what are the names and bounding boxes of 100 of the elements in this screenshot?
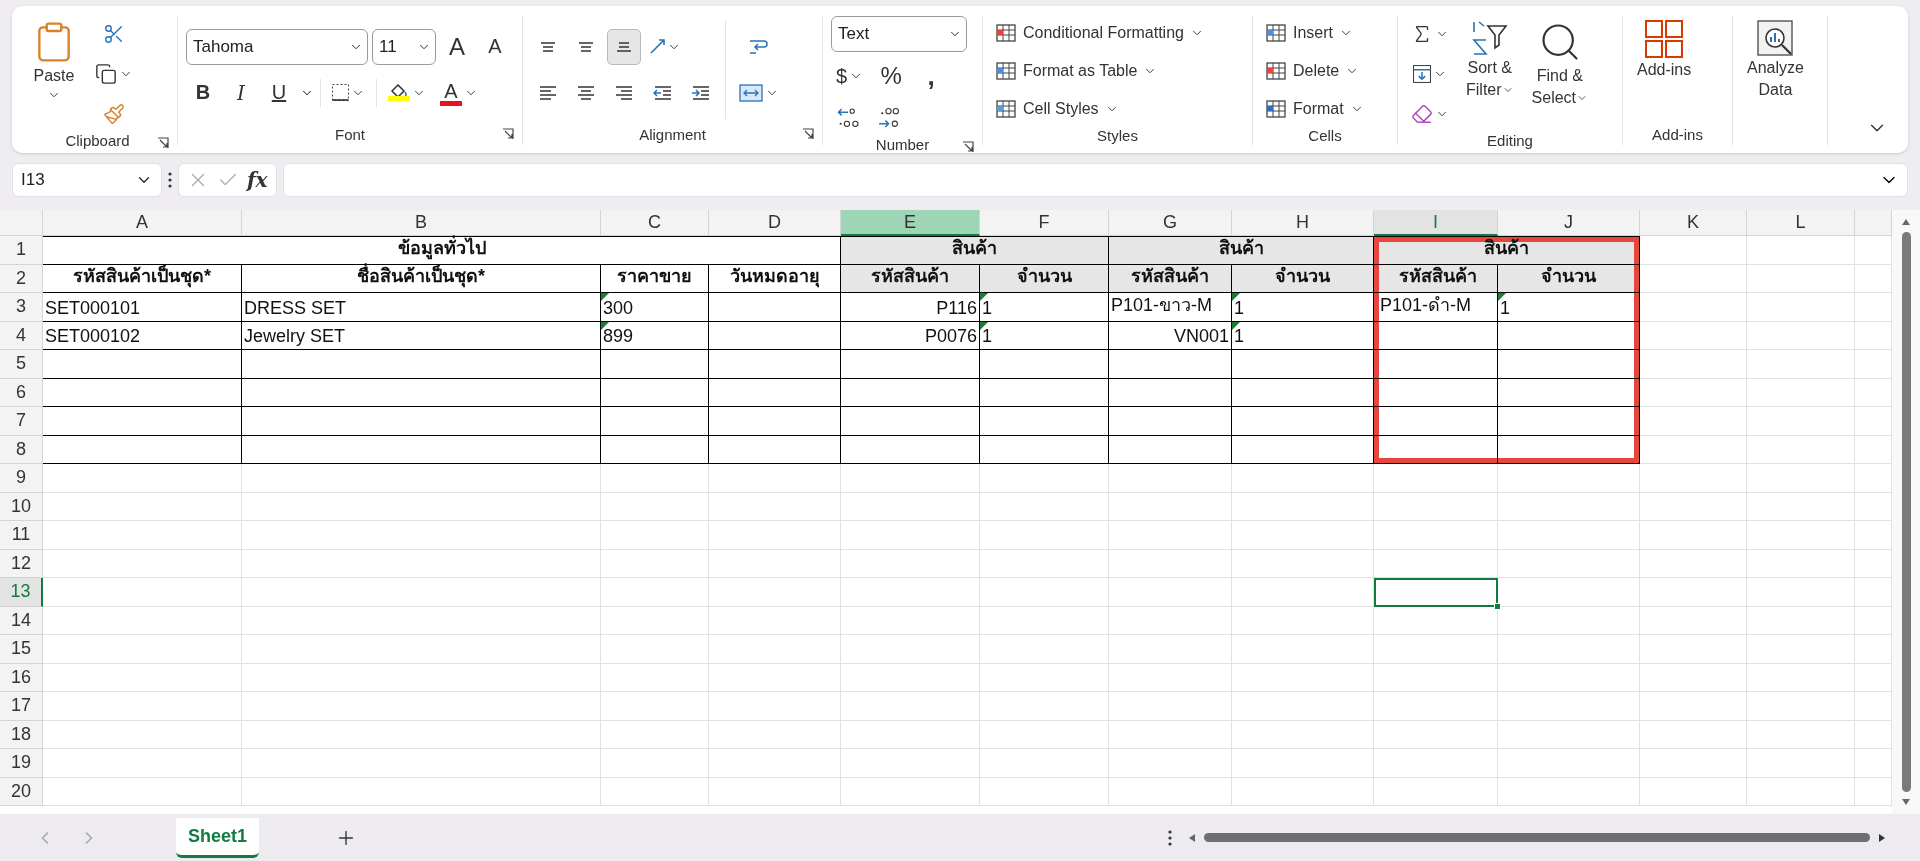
scroll-thumb[interactable]	[1204, 833, 1870, 842]
column-header[interactable]: I	[1374, 210, 1498, 236]
row-header[interactable]: 15	[0, 635, 43, 664]
column-header[interactable]: A	[43, 210, 242, 236]
column-header[interactable]: E	[841, 210, 980, 236]
style-menu-button[interactable]: Conditional Formatting	[991, 16, 1208, 50]
column-title-cell: จำนวน	[980, 264, 1109, 293]
column-header[interactable]: F	[980, 210, 1109, 236]
table-icon	[995, 60, 1017, 82]
find-select-button[interactable]: Find & Select	[1525, 16, 1595, 132]
scroll-thumb[interactable]	[1901, 232, 1911, 792]
table-cell: DRESS SET	[242, 293, 601, 322]
row-header[interactable]: 1	[0, 236, 43, 265]
align-left-icon	[539, 85, 557, 100]
decimal-arrow-icon	[837, 108, 859, 128]
table-cell: P101-ขาว-M	[1109, 293, 1232, 322]
row-header[interactable]: 11	[0, 521, 43, 550]
row-header[interactable]: 12	[0, 549, 43, 578]
group-label: Editing	[1487, 132, 1533, 149]
column-header[interactable]: H	[1232, 210, 1374, 236]
chart-magnifier-icon	[1757, 20, 1794, 56]
row-header[interactable]: 2	[0, 264, 43, 293]
shrink-font-button[interactable]: A	[478, 28, 512, 65]
add-ins-button[interactable]: Add-ins	[1631, 16, 1698, 84]
analyze-data-button[interactable]: Analyze Data	[1741, 16, 1810, 104]
row-header[interactable]: 4	[0, 321, 43, 350]
column-header[interactable]: L	[1747, 210, 1855, 236]
table-cell: P101-ดำ-M	[1374, 293, 1498, 322]
row-header[interactable]: 3	[0, 293, 43, 322]
grow-font-button[interactable]: A	[440, 28, 474, 65]
style-menu-button[interactable]: Cell Styles	[991, 92, 1208, 126]
paintbrush-icon	[103, 103, 125, 125]
lines-icon	[540, 41, 556, 52]
currency-button[interactable]: $	[831, 58, 869, 94]
cells-menu-button[interactable]: Insert	[1261, 16, 1368, 50]
scissors-icon	[103, 23, 125, 45]
font-name-field[interactable]: Tahoma	[186, 28, 368, 65]
style-menu-button[interactable]: Format as Table	[991, 54, 1208, 88]
group-label: Cells	[1308, 127, 1342, 144]
row-header[interactable]: 7	[0, 407, 43, 436]
row-header[interactable]: 16	[0, 663, 43, 692]
comma-style-button[interactable]: ,	[914, 58, 949, 94]
underline-button[interactable]: U	[262, 74, 296, 111]
column-title-cell: รหัสสินค้า	[1374, 264, 1498, 293]
column-header[interactable]: J	[1498, 210, 1640, 236]
select-all-corner[interactable]	[0, 210, 43, 236]
lines-icon	[616, 41, 632, 52]
cells-menu-button[interactable]: Delete	[1261, 54, 1368, 88]
sheet-tab[interactable]: Sheet1	[176, 817, 260, 858]
add-ins-icon	[1645, 20, 1684, 58]
table-cell: 899	[601, 321, 709, 350]
table-cell: 1	[980, 321, 1109, 350]
table-cell: SET000101	[43, 293, 242, 322]
column-title-cell: ราคาขาย	[601, 264, 709, 293]
vertical-scrollbar[interactable]	[1892, 210, 1920, 814]
row-header[interactable]: 17	[0, 692, 43, 721]
font-color-button[interactable]: A	[435, 74, 483, 111]
row-header[interactable]: 18	[0, 720, 43, 749]
table-cell: 300	[601, 293, 709, 322]
row-header[interactable]: 10	[0, 492, 43, 521]
font-size-field[interactable]: 11	[372, 28, 436, 65]
column-title-cell: จำนวน	[1498, 264, 1640, 293]
row-header[interactable]: 19	[0, 749, 43, 778]
row-header[interactable]: 5	[0, 350, 43, 379]
group-label: Styles	[1097, 127, 1138, 144]
row-header[interactable]: 14	[0, 606, 43, 635]
column-header[interactable]: B	[242, 210, 601, 236]
table-cell: P116	[841, 293, 980, 322]
row-header[interactable]: 9	[0, 464, 43, 493]
paste-button[interactable]: Paste	[26, 16, 82, 132]
color-swatch	[440, 100, 462, 106]
column-title-cell: รหัสสินค้าเป็นชุด*	[43, 264, 242, 293]
cells-menu-button[interactable]: Format	[1261, 92, 1368, 126]
percent-button[interactable]: %	[874, 58, 909, 94]
sort-filter-button[interactable]: Sort & Filter	[1460, 16, 1520, 132]
row-header[interactable]: 13	[0, 578, 43, 607]
fill-handle[interactable]	[1494, 602, 1501, 610]
group-header-cell: สินค้า	[1109, 236, 1374, 265]
table-cell: SET000102	[43, 321, 242, 350]
table-cell: Jewelry SET	[242, 321, 601, 350]
formula-input[interactable]	[282, 163, 1908, 197]
row-header[interactable]: 8	[0, 435, 43, 464]
bottom-align-button[interactable]	[607, 28, 641, 65]
column-header[interactable]: D	[709, 210, 841, 236]
paint-bucket-icon	[390, 84, 408, 98]
column-header[interactable]: G	[1109, 210, 1232, 236]
table-cell: VN001	[1109, 321, 1232, 350]
name-box[interactable]: I13	[12, 163, 162, 197]
group-label: Font	[335, 125, 365, 143]
insert-function-button[interactable]: fx	[247, 168, 268, 192]
column-header[interactable]	[1855, 210, 1892, 236]
dialog-launcher-icon	[802, 128, 814, 140]
number-format-field[interactable]: Text	[831, 16, 967, 52]
column-header[interactable]: C	[601, 210, 709, 236]
column-header[interactable]: K	[1640, 210, 1747, 236]
row-header[interactable]: 6	[0, 378, 43, 407]
row-header[interactable]: 20	[0, 777, 43, 806]
group-header-cell: สินค้า	[841, 236, 1109, 265]
bold-button[interactable]: B	[186, 74, 220, 111]
italic-button[interactable]: I	[224, 74, 258, 111]
